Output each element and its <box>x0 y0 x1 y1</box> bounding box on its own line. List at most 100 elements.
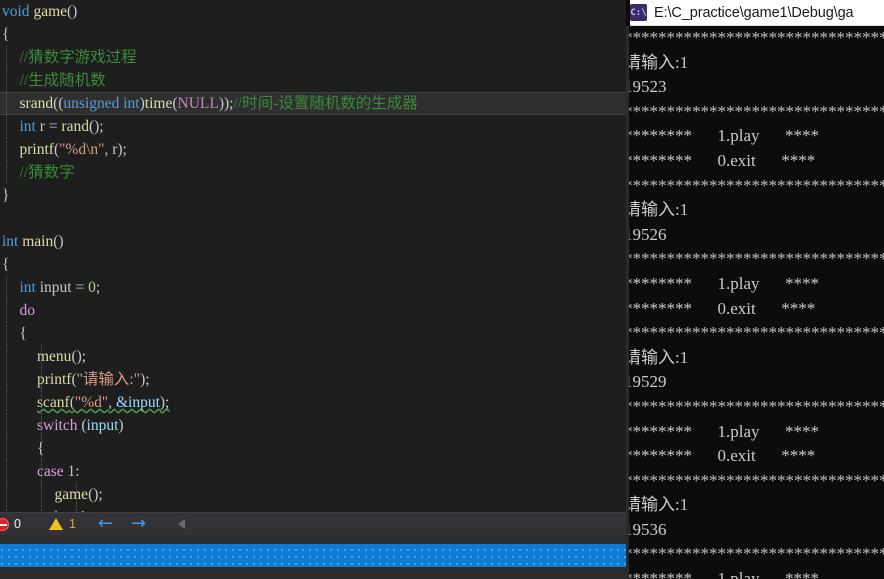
console-line: *********************************** <box>626 470 884 490</box>
code-token: game <box>33 3 68 20</box>
windows-taskbar-strip[interactable] <box>0 544 626 567</box>
indent-guide <box>6 115 7 138</box>
console-title-bar[interactable]: C:\ E:\C_practice\game1\Debug\ga <box>626 0 884 26</box>
code-line[interactable]: case 1: <box>0 460 626 483</box>
code-token: game <box>54 486 89 503</box>
code-line[interactable]: { <box>0 23 626 46</box>
console-line: *********************************** <box>626 175 884 195</box>
indent-guide <box>6 46 7 69</box>
code-token: { <box>2 26 10 43</box>
code-editor-surface[interactable]: void game() { //猜数字游戏过程 //生成随机数 srand((unsig… <box>0 0 626 512</box>
code-line-text: printf("请输入:"); <box>2 371 150 388</box>
error-circle-icon <box>0 517 9 531</box>
bottom-window-strip <box>0 567 626 579</box>
code-line[interactable]: void game() <box>0 0 626 23</box>
code-line[interactable]: switch (input) <box>0 414 626 437</box>
indent-guide <box>6 483 7 506</box>
console-title-text: E:\C_practice\game1\Debug\ga <box>654 4 854 21</box>
code-token: &input <box>115 394 160 411</box>
indent-guide <box>6 345 7 368</box>
console-window[interactable]: C:\ E:\C_practice\game1\Debug\ga *******… <box>626 0 884 579</box>
warning-indicator[interactable]: 1 <box>48 513 98 536</box>
indent-guide <box>6 92 7 115</box>
code-token: int <box>2 233 19 250</box>
code-line-text: int r = rand(); <box>2 118 104 135</box>
code-token: ; <box>95 279 101 296</box>
code-line-text: int input = 0; <box>2 279 101 296</box>
code-line[interactable]: { <box>0 437 626 460</box>
code-line[interactable]: do <box>0 299 626 322</box>
indent-guide <box>6 414 7 437</box>
indent-guide <box>6 299 7 322</box>
code-line[interactable]: { <box>0 253 626 276</box>
console-line: *********************************** <box>626 396 884 416</box>
indent-guide <box>41 368 42 391</box>
console-line: 19526 <box>626 224 667 244</box>
code-line[interactable] <box>0 207 626 230</box>
code-line-text: void game() <box>2 3 77 20</box>
code-token: () <box>67 3 78 20</box>
navigate-back-icon[interactable]: ← <box>98 515 113 533</box>
code-line[interactable]: { <box>0 322 626 345</box>
code-token: "%d\n" <box>59 141 105 158</box>
code-token: (); <box>71 348 87 365</box>
code-line[interactable]: int r = rand(); <box>0 115 626 138</box>
error-list-status-bar: 0 1 ← → <box>0 512 626 535</box>
console-left-margin-top <box>626 0 630 26</box>
console-line: ******** 0.exit **** <box>626 446 816 466</box>
code-token: , <box>108 394 116 411</box>
left-triangle-icon[interactable] <box>178 519 186 529</box>
console-line: *********************************** <box>626 101 884 121</box>
code-token: //时间-设置随机数的生成器 <box>233 95 418 112</box>
code-line[interactable]: //生成随机数 <box>0 69 626 92</box>
code-line[interactable]: printf("%d\n", r); <box>0 138 626 161</box>
code-token: } <box>2 187 10 204</box>
warning-count: 1 <box>68 517 76 531</box>
indent-guide <box>6 69 7 92</box>
code-line[interactable]: game(); <box>0 483 626 506</box>
code-line[interactable]: int main() <box>0 230 626 253</box>
code-token: printf <box>37 371 72 388</box>
console-line: *********************************** <box>626 249 884 269</box>
code-token: )); <box>218 95 234 112</box>
visual-studio-window: void game() { //猜数字游戏过程 //生成随机数 srand((unsig… <box>0 0 626 579</box>
code-line[interactable]: //猜数字游戏过程 <box>0 46 626 69</box>
error-indicator[interactable]: 0 <box>0 513 49 536</box>
code-token: , r); <box>104 141 127 158</box>
code-token: (( <box>53 95 64 112</box>
code-line[interactable]: srand((unsigned int)time(NULL));//时间-设置随… <box>0 92 626 115</box>
code-token: main <box>22 233 54 250</box>
console-line: ******** 1.play **** <box>626 126 820 146</box>
code-line[interactable]: printf("请输入:"); <box>0 368 626 391</box>
code-line[interactable]: menu(); <box>0 345 626 368</box>
console-line: 请输入:1 <box>626 52 689 72</box>
indent-guide <box>6 161 7 184</box>
indent-guide <box>41 460 42 483</box>
code-token: switch <box>37 417 78 434</box>
code-token: int <box>123 95 140 112</box>
code-line[interactable]: //猜数字 <box>0 161 626 184</box>
indent-guide <box>6 437 7 460</box>
console-left-margin <box>626 26 629 579</box>
code-token: //猜数字游戏过程 <box>19 49 137 66</box>
code-token: int <box>19 118 36 135</box>
console-output[interactable]: *********************************** 请输入:1… <box>626 26 884 579</box>
console-line: ******** 0.exit **** <box>626 298 816 318</box>
navigate-forward-icon[interactable]: → <box>131 515 146 533</box>
code-token: srand <box>19 95 54 112</box>
code-line[interactable]: int input = 0; <box>0 276 626 299</box>
code-line[interactable]: } <box>0 184 626 207</box>
indent-guide <box>41 437 42 460</box>
code-line-text: printf("%d\n", r); <box>2 141 127 158</box>
console-line: ******** 1.play **** <box>626 569 820 579</box>
code-token: ); <box>159 394 170 411</box>
console-line: 19529 <box>626 372 667 392</box>
indent-guide <box>6 460 7 483</box>
code-token: do <box>19 302 36 319</box>
code-line[interactable]: scanf("%d", &input); <box>0 391 626 414</box>
code-token: ); <box>140 371 150 388</box>
code-token: { <box>2 256 10 273</box>
panel-gap <box>0 535 626 544</box>
console-line: 请输入:1 <box>626 347 689 367</box>
indent-guide <box>76 483 77 506</box>
